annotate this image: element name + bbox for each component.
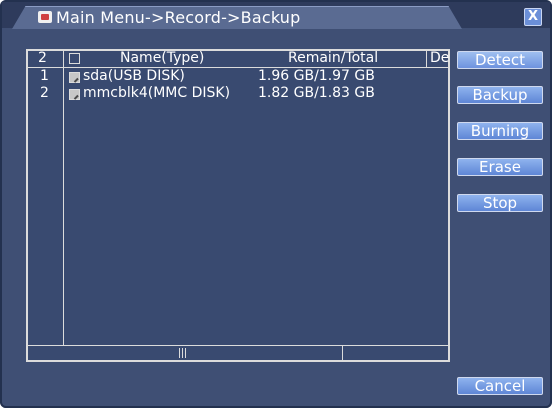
detect-button[interactable]: Detect (457, 51, 543, 69)
select-all-checkbox[interactable] (69, 53, 80, 64)
row-name: sda(USB DISK) (83, 68, 185, 84)
table-row[interactable]: 1 sda(USB DISK) 1.96 GB/1.97 GB (28, 68, 448, 86)
table-row[interactable]: 2 mmcblk4(MMC DISK) 1.82 GB/1.83 GB (28, 85, 448, 103)
scroll-track[interactable] (28, 346, 343, 360)
stop-button[interactable]: Stop (457, 194, 543, 212)
erase-button[interactable]: Erase (457, 158, 543, 176)
row-checkbox[interactable] (69, 89, 80, 100)
row-checkbox[interactable] (69, 72, 80, 83)
column-divider (426, 51, 427, 67)
column-divider (63, 51, 64, 67)
row-index: 2 (40, 85, 49, 101)
column-divider (63, 67, 64, 346)
header-name-type: Name(Type) (120, 50, 205, 66)
scroll-thumb[interactable] (179, 348, 186, 358)
table-header: 2 Name(Type) Remain/Total De (28, 50, 450, 68)
row-space: 1.96 GB/1.97 GB (258, 68, 375, 84)
cancel-button[interactable]: Cancel (457, 377, 543, 395)
header-remain-total: Remain/Total (288, 50, 379, 66)
backup-window: Main Menu->Record->Backup X 2 Name(Type)… (0, 0, 552, 408)
horizontal-scrollbar[interactable] (28, 345, 448, 360)
burning-button[interactable]: Burning (457, 122, 543, 140)
row-space: 1.82 GB/1.83 GB (258, 85, 375, 101)
row-index: 1 (40, 68, 49, 84)
backup-button[interactable]: Backup (457, 86, 543, 104)
header-count: 2 (38, 50, 47, 66)
app-icon (38, 11, 52, 23)
device-table: 2 Name(Type) Remain/Total De 1 sda(USB D… (26, 49, 450, 362)
title-bar: Main Menu->Record->Backup X (2, 2, 550, 29)
window-title: Main Menu->Record->Backup (56, 8, 301, 27)
close-button[interactable]: X (524, 8, 542, 26)
header-device: De (430, 50, 450, 66)
row-name: mmcblk4(MMC DISK) (83, 85, 231, 101)
